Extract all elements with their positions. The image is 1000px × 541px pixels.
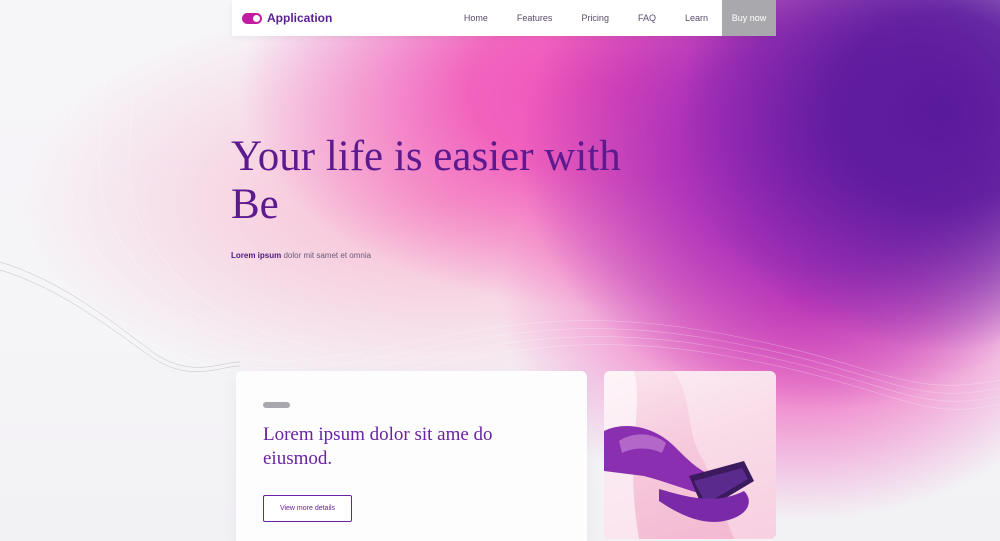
- main-menu: Home Features Pricing FAQ Learn Buy now: [464, 0, 776, 36]
- nav-link-home[interactable]: Home: [464, 13, 488, 23]
- view-details-button[interactable]: View more details: [263, 495, 352, 522]
- hero-title: Your life is easier with Be: [231, 133, 621, 228]
- nav-link-learn[interactable]: Learn: [685, 13, 708, 23]
- hero-subtitle-bold: Lorem ipsum: [231, 251, 282, 260]
- nav-link-faq[interactable]: FAQ: [638, 13, 656, 23]
- top-navbar: Application Home Features Pricing FAQ Le…: [232, 0, 776, 36]
- hands-phone-illustration: [604, 371, 776, 539]
- nav-link-features[interactable]: Features: [517, 13, 553, 23]
- card-title: Lorem ipsum dolor sit ame do eiusmod.: [263, 424, 493, 469]
- feature-card: Lorem ipsum dolor sit ame do eiusmod. Vi…: [236, 371, 587, 541]
- nav-link-pricing[interactable]: Pricing: [581, 13, 609, 23]
- buy-now-button[interactable]: Buy now: [722, 0, 776, 36]
- toggle-icon: [242, 12, 262, 24]
- hero-subtitle: Lorem ipsum dolor mit samet et omnia: [231, 251, 371, 260]
- phone-photo: [604, 371, 776, 539]
- hero-subtitle-rest: dolor mit samet et omnia: [281, 251, 372, 260]
- card-tag: [263, 402, 290, 408]
- brand[interactable]: Application: [242, 11, 332, 25]
- brand-name: Application: [267, 11, 333, 25]
